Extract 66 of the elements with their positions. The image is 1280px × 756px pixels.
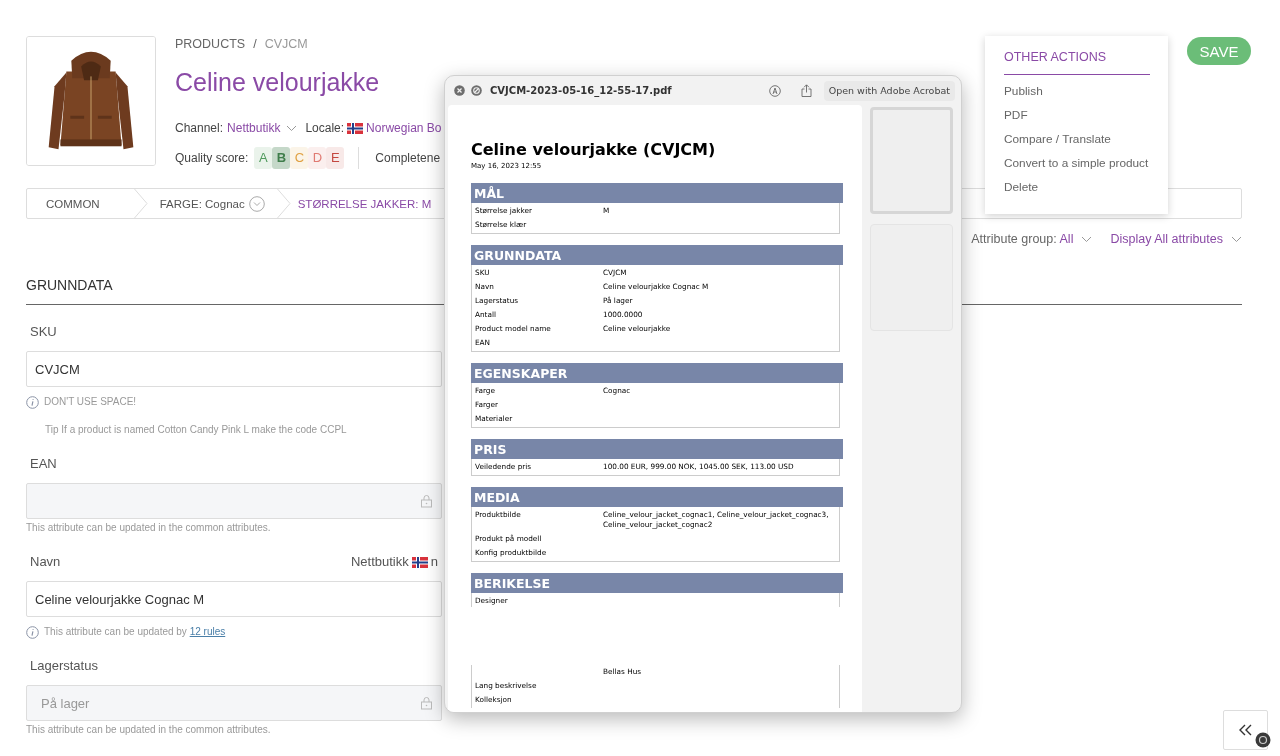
menu-item[interactable]: Convert to a simple product: [1004, 155, 1149, 171]
filter-dropdown[interactable]: Display All attributes: [1110, 232, 1223, 246]
help-bubble-icon[interactable]: [1255, 732, 1271, 748]
pen-circle-icon[interactable]: [768, 84, 781, 97]
section-header: PRIS: [471, 439, 843, 459]
section-header: BERIKELSE: [471, 573, 843, 593]
section-header: GRUNNDATA: [471, 245, 843, 265]
section-header: EGENSKAPER: [471, 363, 843, 383]
scope-locale: n: [430, 554, 438, 570]
scope-channel: Nettbutikk: [350, 554, 409, 570]
page-thumbnail[interactable]: [870, 107, 953, 214]
variant-tab[interactable]: COMMON: [27, 189, 134, 218]
chevron-down-icon: [1231, 235, 1242, 243]
input-field[interactable]: Celine velourjakke Cognac M: [26, 581, 442, 617]
locale-label: Locale:: [305, 121, 345, 135]
quality-label: Quality score:: [175, 151, 249, 165]
menu-item[interactable]: Compare / Translate: [1004, 131, 1111, 147]
variant-tab[interactable]: FARGE: Cognac: [147, 189, 277, 218]
menu-title: OTHER ACTIONS: [1004, 49, 1150, 75]
tip-text: Tip If a product is named Cotton Candy Pink L make the code CCPL: [45, 423, 347, 437]
quality-grade: B: [272, 147, 291, 169]
document-title: Celine velourjakke (CVJCM): [471, 140, 717, 159]
chevron-down-icon: [1081, 235, 1093, 243]
double-chevron-left-icon: [1238, 724, 1253, 736]
variant-tab[interactable]: STØRRELSE JAKKER: M: [290, 189, 432, 218]
file-name: CVJCM-2023-05-16_12-55-17.pdf: [490, 85, 673, 96]
norway-flag-icon: [347, 122, 364, 134]
norway-flag-icon: [411, 556, 428, 568]
info-icon: [26, 625, 39, 639]
quality-grade: E: [326, 147, 345, 169]
help-text: This attribute can be updated in the common attributes.: [26, 723, 271, 737]
completeness-label: Completene: [375, 151, 441, 165]
section-header: MEDIA: [471, 487, 843, 507]
menu-item[interactable]: PDF: [1004, 107, 1028, 123]
quality-grade: C: [290, 147, 309, 169]
help-text: This attribute can be updated in the common attributes.: [26, 521, 271, 535]
info-text: This attribute can be updated by 12 rules: [44, 625, 226, 639]
quality-grade: A: [254, 147, 273, 169]
product-title: Celine velourjakke: [175, 67, 380, 98]
blocked-icon[interactable]: [471, 85, 482, 96]
collapse-button[interactable]: [1223, 710, 1268, 750]
channel-dropdown[interactable]: Nettbutikk: [227, 121, 281, 135]
lock-icon: [420, 696, 433, 710]
input-field[interactable]: CVJCM: [26, 351, 442, 387]
rules-link[interactable]: 12 rules: [189, 626, 226, 637]
breadcrumb-link[interactable]: PRODUCTS: [175, 36, 246, 52]
info-icon: [26, 395, 39, 409]
breadcrumb-separator: /: [253, 36, 257, 52]
quality-grade: D: [308, 147, 327, 169]
chevron-down-icon: [286, 124, 298, 132]
field-label: EAN: [30, 456, 57, 472]
menu-item[interactable]: Publish: [1004, 83, 1043, 99]
lock-icon: [420, 494, 433, 508]
field-label: SKU: [30, 324, 57, 340]
info-text: DON'T USE SPACE!: [44, 395, 137, 409]
filter-dropdown[interactable]: Attribute group: All: [971, 232, 1074, 246]
menu-item[interactable]: Delete: [1004, 179, 1039, 195]
open-with-button[interactable]: Open with Adobe Acrobat: [823, 80, 955, 101]
field-label: Lagerstatus: [30, 658, 98, 674]
share-icon[interactable]: [800, 84, 812, 97]
field-label: Navn: [30, 554, 61, 570]
close-icon[interactable]: [454, 85, 465, 96]
channel-label: Channel:: [175, 121, 224, 135]
section-header: MÅL: [471, 183, 843, 203]
locked-field: På lager: [26, 685, 442, 721]
locale-dropdown[interactable]: Norwegian Bo: [366, 121, 442, 135]
